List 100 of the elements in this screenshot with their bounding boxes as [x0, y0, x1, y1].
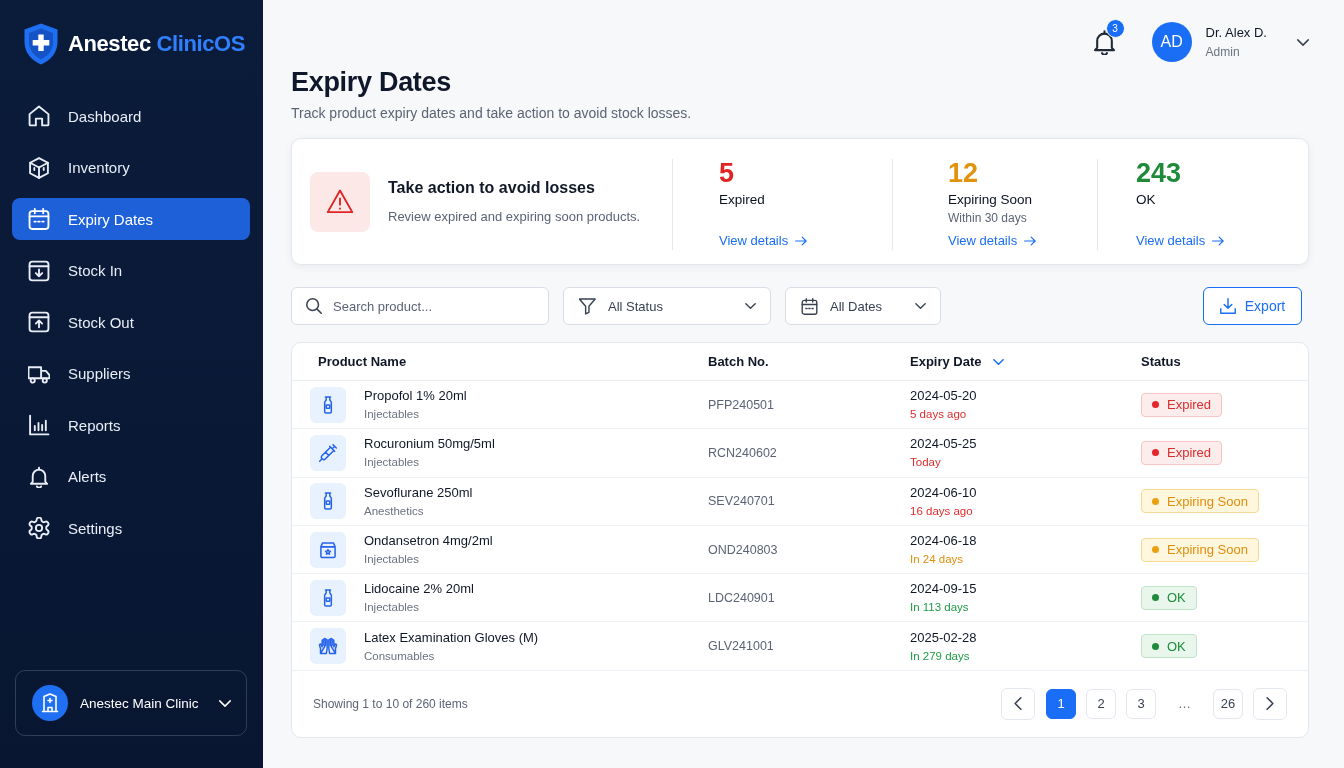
view-details-link[interactable]: View details	[948, 232, 1037, 250]
chevron-right-icon	[1266, 697, 1274, 711]
status-dot-icon	[1152, 642, 1159, 650]
nav-item[interactable]: Stock Out	[12, 301, 250, 343]
vial-icon	[310, 483, 346, 520]
user-name: Dr. Alex D.	[1205, 24, 1267, 41]
product-name: Lidocaine 2% 20ml	[364, 580, 474, 599]
stat-label: Expiring Soon	[948, 191, 1034, 209]
previous-page-button[interactable]	[1001, 687, 1035, 720]
status-text: Expiring Soon	[1167, 542, 1248, 558]
nav-item[interactable]: Dashboard	[12, 95, 250, 137]
expiry-note: In 279 days	[910, 648, 971, 664]
export-button[interactable]: Export	[1203, 287, 1302, 325]
page-button[interactable]: 2	[1086, 688, 1116, 719]
house-icon	[28, 105, 50, 127]
page-button[interactable]: 26	[1213, 688, 1243, 719]
warning-icon	[310, 171, 370, 232]
nav-item[interactable]: Settings	[12, 507, 250, 549]
pagination-summary: Showing 1 to 10 of 260 items	[313, 696, 468, 711]
batch-number: SEV240701	[708, 494, 776, 509]
nav-item[interactable]: Expiry Dates	[12, 198, 250, 240]
product-name: Sevoflurane 250ml	[364, 483, 473, 502]
nav-item[interactable]: Inventory	[12, 146, 250, 189]
page-ellipsis: …	[1177, 696, 1192, 712]
batch-number: OND240803	[708, 542, 779, 557]
nav-item[interactable]: Suppliers	[12, 352, 250, 395]
syringe-icon	[310, 434, 346, 471]
column-header: Expiry Date	[910, 354, 982, 369]
cube-icon	[28, 156, 50, 179]
status-dot-icon	[1152, 497, 1159, 505]
batch-number: LDC240901	[708, 590, 776, 605]
bar-chart-icon	[28, 414, 50, 436]
arrow-right-icon	[1024, 235, 1037, 247]
vial-icon	[310, 386, 346, 423]
status-text: Expiring Soon	[1167, 493, 1248, 509]
status-text: Expired	[1167, 445, 1212, 461]
product-name: Latex Examination Gloves (M)	[364, 628, 539, 647]
nav-item[interactable]: Alerts	[12, 455, 250, 498]
brand-name: Anestec ClinicOS	[68, 31, 245, 57]
arrow-right-icon	[1212, 235, 1225, 247]
status-text: OK	[1167, 638, 1186, 654]
product-category: Injectables	[364, 455, 420, 471]
status-dot-icon	[1152, 594, 1159, 602]
nav-item[interactable]: Reports	[12, 404, 250, 446]
calendar-icon	[28, 208, 50, 230]
column-header: Batch No.	[708, 354, 769, 369]
page-subtitle: Track product expiry dates and take action to avoid stock losses.	[291, 104, 693, 123]
sort-chevron-icon[interactable]	[992, 358, 1004, 365]
column-header: Status	[1141, 354, 1181, 369]
page-button[interactable]: 3	[1126, 688, 1156, 719]
user-avatar[interactable]: AD	[1151, 22, 1192, 62]
view-details-link[interactable]: View details	[1136, 232, 1225, 250]
page-button[interactable]: 1	[1046, 688, 1076, 719]
building-icon	[32, 685, 68, 721]
expiry-date: 2024-05-25	[910, 435, 978, 454]
column-header: Product Name	[318, 354, 407, 369]
expiry-note: Today	[910, 455, 942, 471]
stat-note: Within 30 days	[948, 210, 1028, 227]
expiry-note: In 113 days	[910, 600, 970, 616]
status-dot-icon	[1152, 546, 1159, 554]
expiry-date: 2024-09-15	[910, 580, 978, 599]
chevron-left-icon	[1014, 697, 1022, 711]
search-icon	[306, 298, 322, 314]
search-field[interactable]: Search product...	[291, 287, 549, 325]
chevron-down-icon[interactable]	[1297, 38, 1309, 46]
filter-icon	[579, 297, 596, 315]
product-category: Anesthetics	[364, 503, 425, 519]
batch-number: RCN240602	[708, 445, 778, 460]
calendar-icon	[801, 297, 818, 315]
clinic-selector[interactable]: Anestec Main Clinic	[15, 670, 247, 736]
product-name: Rocuronium 50mg/5ml	[364, 435, 495, 454]
vial-icon	[310, 579, 346, 616]
filter-dropdown[interactable]: All Dates	[785, 287, 941, 325]
stat-value: 5	[719, 159, 736, 187]
product-name: Ondansetron 4mg/2ml	[364, 532, 493, 551]
expiry-note: In 24 days	[910, 552, 965, 568]
status-dot-icon	[1152, 449, 1159, 457]
expiry-date: 2025-02-28	[910, 628, 978, 647]
status-text: Expired	[1167, 397, 1212, 413]
nav-item[interactable]: Stock In	[12, 249, 250, 292]
expiry-date: 2024-05-20	[910, 387, 978, 406]
bell-icon	[28, 465, 50, 488]
shield-cross-logo-icon	[22, 22, 60, 66]
next-page-button[interactable]	[1253, 687, 1287, 720]
expiry-note: 16 days ago	[910, 503, 974, 519]
batch-number: PFP240501	[708, 397, 776, 412]
expiry-date: 2024-06-18	[910, 532, 978, 551]
status-text: OK	[1167, 590, 1186, 606]
chevron-down-icon	[219, 699, 231, 707]
filter-dropdown[interactable]: All Status	[563, 287, 771, 325]
product-category: Injectables	[364, 407, 420, 423]
product-category: Consumables	[364, 648, 436, 664]
product-name: Propofol 1% 20ml	[364, 387, 467, 406]
expiry-date: 2024-06-10	[910, 483, 978, 502]
product-category: Injectables	[364, 552, 420, 568]
status-dot-icon	[1152, 401, 1159, 409]
download-icon	[1219, 298, 1236, 314]
expiry-note: 5 days ago	[910, 407, 968, 423]
batch-number: GLV241001	[708, 639, 775, 654]
view-details-link[interactable]: View details	[719, 232, 808, 250]
